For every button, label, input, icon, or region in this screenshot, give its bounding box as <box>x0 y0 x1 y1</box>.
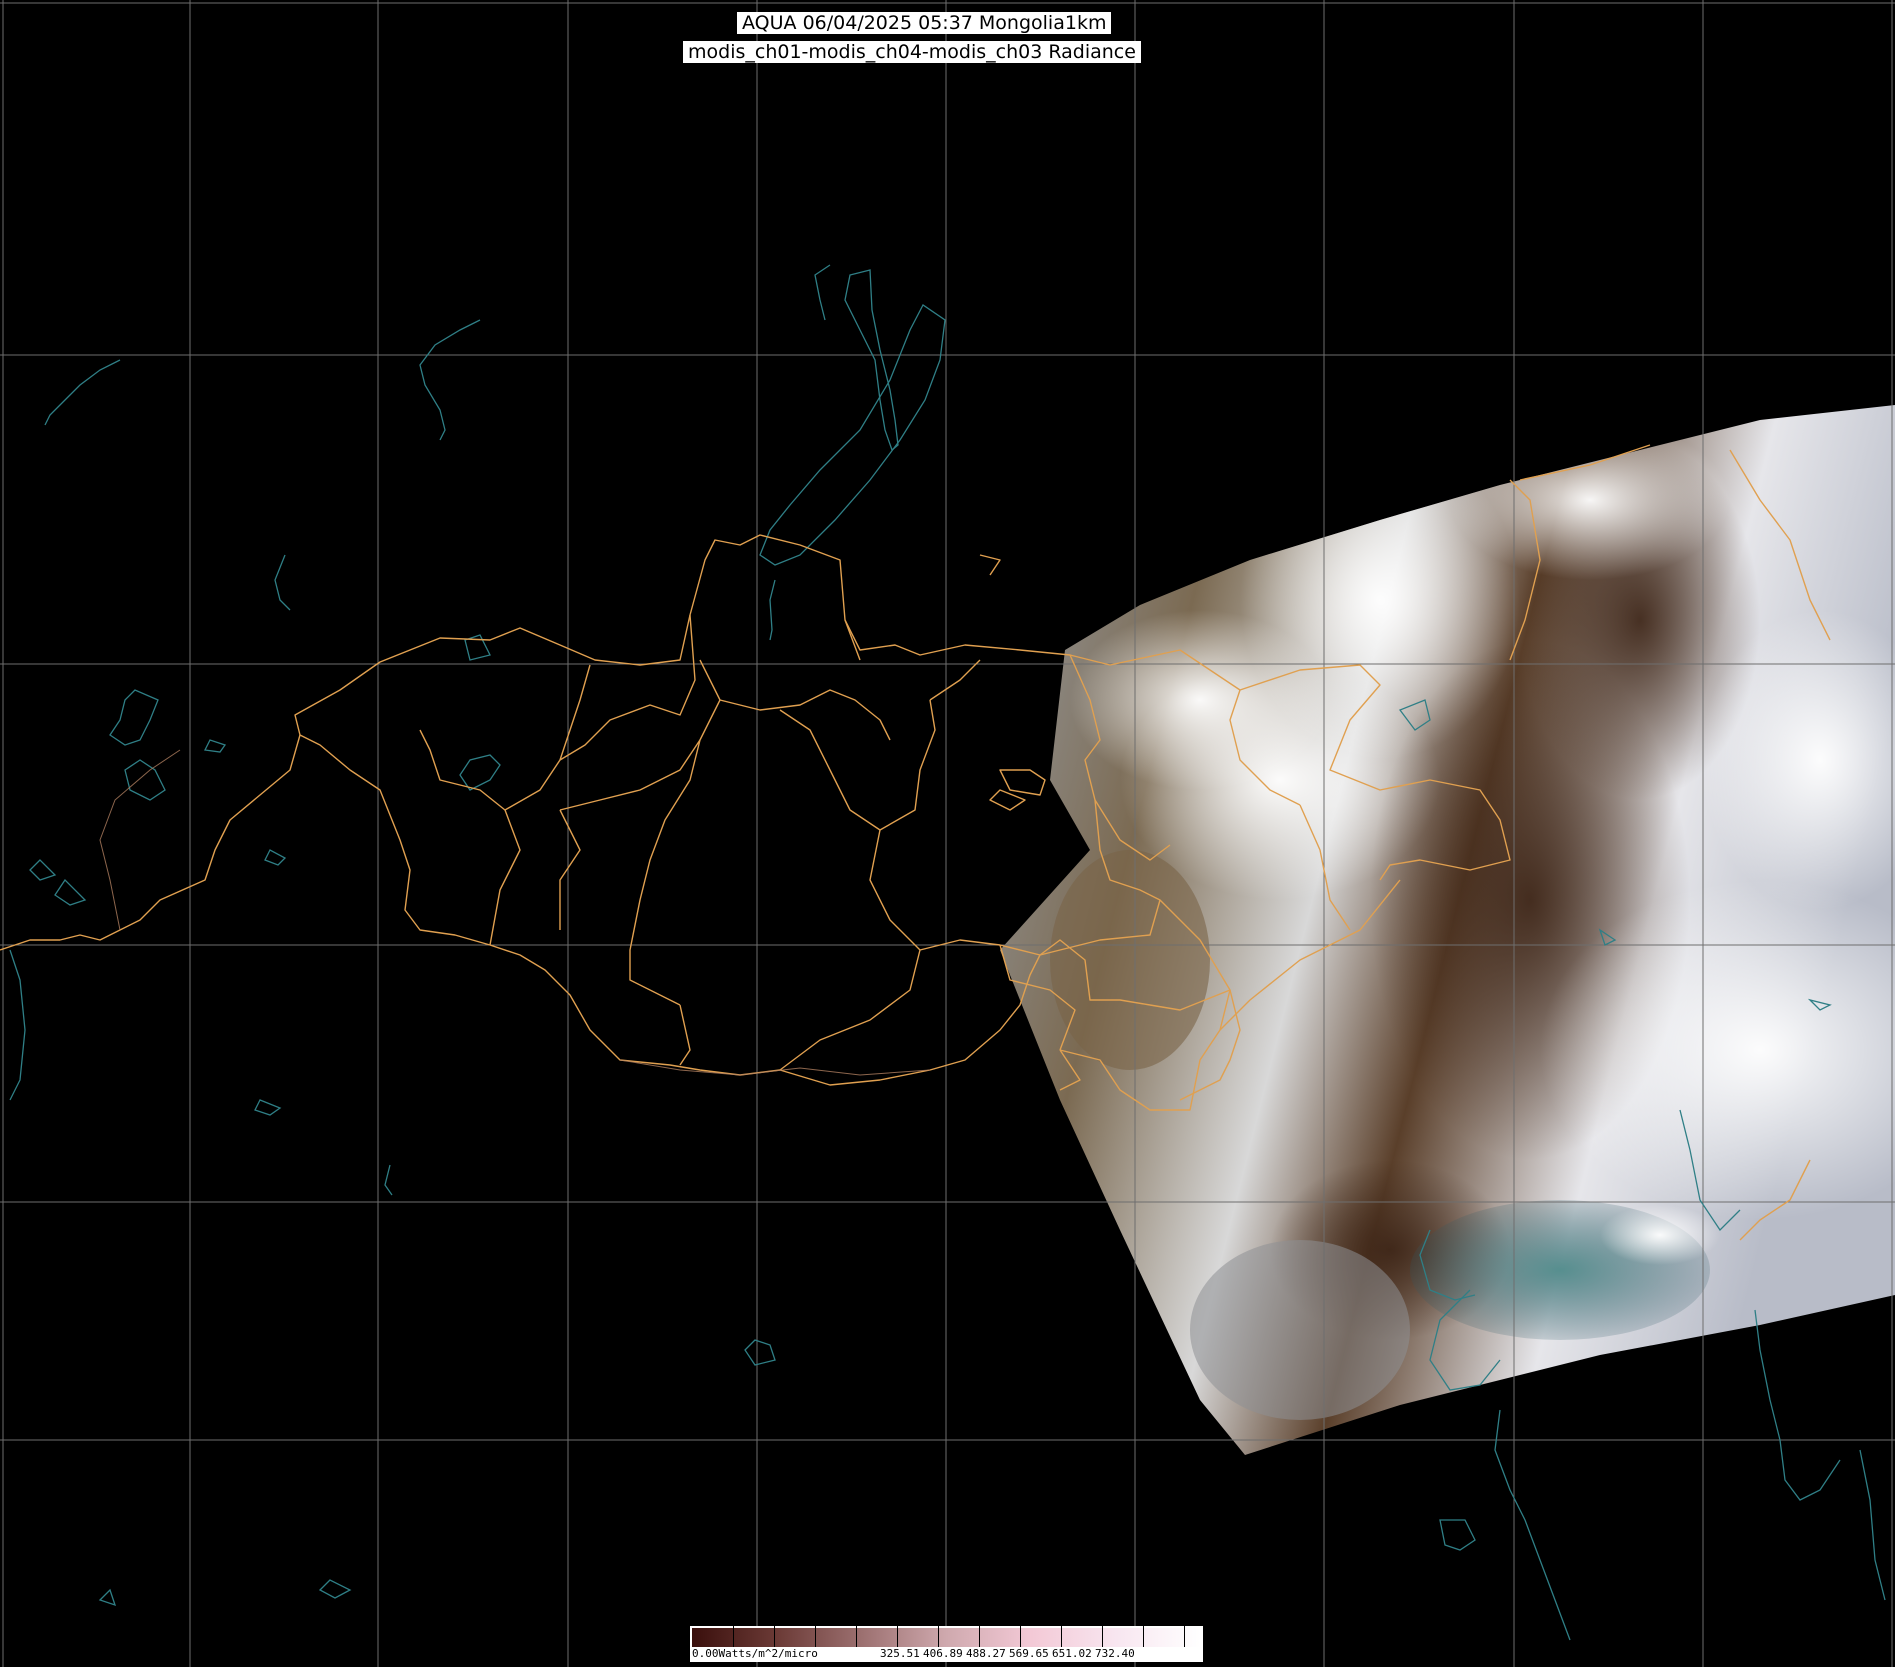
country-border <box>99 749 931 1076</box>
colorbar-tick <box>774 1626 775 1647</box>
colorbar-tick <box>815 1626 816 1647</box>
colorbar-tick-label: 406.89 <box>923 1647 963 1660</box>
colorbar-tick <box>897 1626 898 1647</box>
colorbar-tick <box>733 1626 734 1647</box>
colorbar-tick <box>1102 1626 1103 1647</box>
colorbar-tick <box>938 1626 939 1647</box>
title-line-2: modis_ch01-modis_ch04-modis_ch03 Radianc… <box>683 41 1141 63</box>
satellite-map <box>0 0 1895 1667</box>
colorbar-tick-label: 325.51 <box>880 1647 920 1660</box>
colorbar-tick-label: 651.02 <box>1052 1647 1092 1660</box>
colorbar: 0.00Watts/m^2/micro 325.51 406.89 488.27 56… <box>690 1626 1203 1662</box>
colorbar-tick <box>1184 1626 1185 1647</box>
satellite-swath <box>1000 405 1895 1455</box>
title-line-1: AQUA 06/04/2025 05:37 Mongolia1km <box>737 12 1112 34</box>
colorbar-tick <box>1143 1626 1144 1647</box>
colorbar-tick <box>1020 1626 1021 1647</box>
colorbar-tick <box>1061 1626 1062 1647</box>
colorbar-gradient <box>692 1628 1201 1647</box>
colorbar-unit-label: 0.00Watts/m^2/micro <box>692 1647 818 1660</box>
colorbar-tick-label: 569.65 <box>1009 1647 1049 1660</box>
colorbar-tick-label: 732.40 <box>1095 1647 1135 1660</box>
colorbar-tick <box>979 1626 980 1647</box>
colorbar-tick <box>856 1626 857 1647</box>
colorbar-tick-label: 488.27 <box>966 1647 1006 1660</box>
